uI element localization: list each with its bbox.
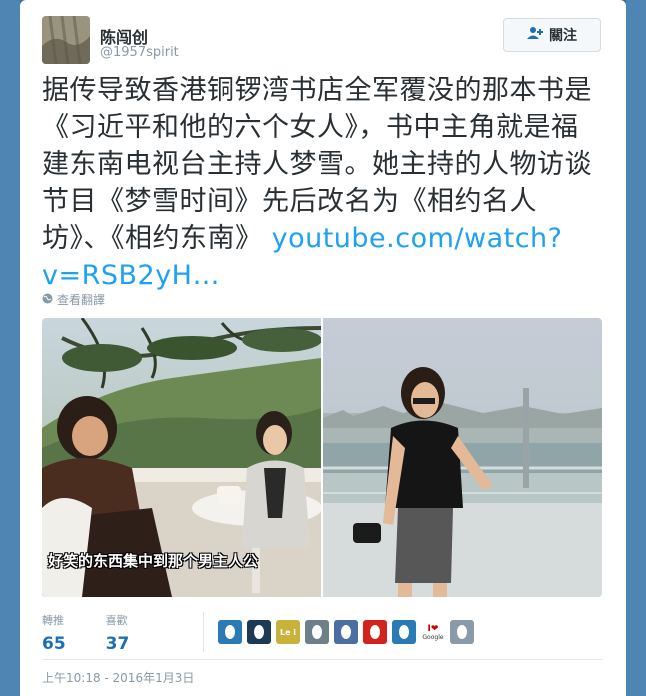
tweet-line: 节目《梦雪时间》先后改名为《相约名人 [42, 186, 537, 217]
liker-avatar-subtext: Google [422, 633, 444, 641]
add-user-icon [527, 26, 543, 44]
tweet-link[interactable]: youtube.com/watch? [272, 223, 563, 254]
avatar[interactable] [42, 16, 90, 64]
video-caption: 好笑的东西集中到那个男主人公 [48, 552, 259, 570]
like-stat[interactable]: 喜歡 37 [106, 612, 130, 654]
like-label: 喜歡 [105, 614, 128, 627]
tweet-line-with-link: 坊》、《相约东南》 youtube.com/watch? [42, 220, 612, 257]
user-handle[interactable]: @1957spirit [100, 45, 179, 60]
retweet-stat[interactable]: 轉推 65 [42, 612, 66, 654]
liker-avatar[interactable]: I❤ Google [421, 620, 445, 644]
liker-avatar[interactable] [247, 620, 271, 644]
globe-icon [42, 293, 53, 307]
background-right [626, 0, 646, 696]
tweet-text: 据传导致香港铜锣湾书店全军覆没的那本书是 《习近平和他的六个女人》，书中主角就是… [42, 72, 612, 294]
tweet-card: 陈闯创 @1957spirit 關注 据传导致香港铜锣湾书店全军覆没的那本书是 … [20, 0, 626, 696]
egg-icon [225, 625, 235, 639]
tweet-timestamp[interactable]: 上午10:18 - 2016年1月3日 [42, 669, 194, 686]
liker-avatar[interactable] [450, 620, 474, 644]
egg-icon [370, 625, 380, 639]
egg-icon [341, 625, 351, 639]
liker-avatar-text: Le i [279, 627, 297, 637]
background-left [0, 0, 20, 696]
tweet-link-cont[interactable]: v=RSB2yH… [42, 257, 612, 294]
tweet-line: 建东南电视台主持人梦雪。她主持的人物访谈 [42, 149, 592, 180]
liker-avatar[interactable] [218, 620, 242, 644]
translate-label: 查看翻譯 [57, 293, 106, 307]
retweet-label: 轉推 [42, 614, 64, 627]
follow-button[interactable]: 關注 [503, 18, 601, 52]
liker-avatar[interactable] [363, 620, 387, 644]
egg-icon [312, 625, 322, 639]
tweet-line: 《习近平和他的六个女人》，书中主角就是福 [42, 112, 579, 143]
follow-button-label: 關注 [549, 28, 577, 44]
tweet-stats: 轉推 65 喜歡 37 [42, 612, 129, 654]
divider [42, 659, 602, 660]
tweet-line: 坊》、《相约东南》 [42, 223, 263, 254]
tweet-line: 据传导致香港铜锣湾书店全军覆没的那本书是 [42, 75, 592, 106]
egg-icon [399, 625, 409, 639]
stats-divider [203, 612, 204, 652]
liker-avatars: Le i I❤ Google [218, 620, 474, 644]
like-count: 37 [105, 634, 130, 654]
retweet-count: 65 [42, 634, 66, 654]
translate-link[interactable]: 查看翻譯 [42, 291, 105, 308]
egg-icon [457, 625, 467, 639]
photo-balcony[interactable] [323, 318, 602, 597]
liker-avatar[interactable] [334, 620, 358, 644]
media-grid: 好笑的东西集中到那个男主人公 [42, 318, 602, 597]
liker-avatar[interactable]: Le i [276, 620, 300, 644]
liker-avatar-text: I❤ [427, 623, 439, 634]
liker-avatar[interactable] [392, 620, 416, 644]
egg-icon [254, 625, 264, 639]
liker-avatar[interactable] [305, 620, 329, 644]
photo-interview[interactable]: 好笑的东西集中到那个男主人公 [42, 318, 322, 597]
